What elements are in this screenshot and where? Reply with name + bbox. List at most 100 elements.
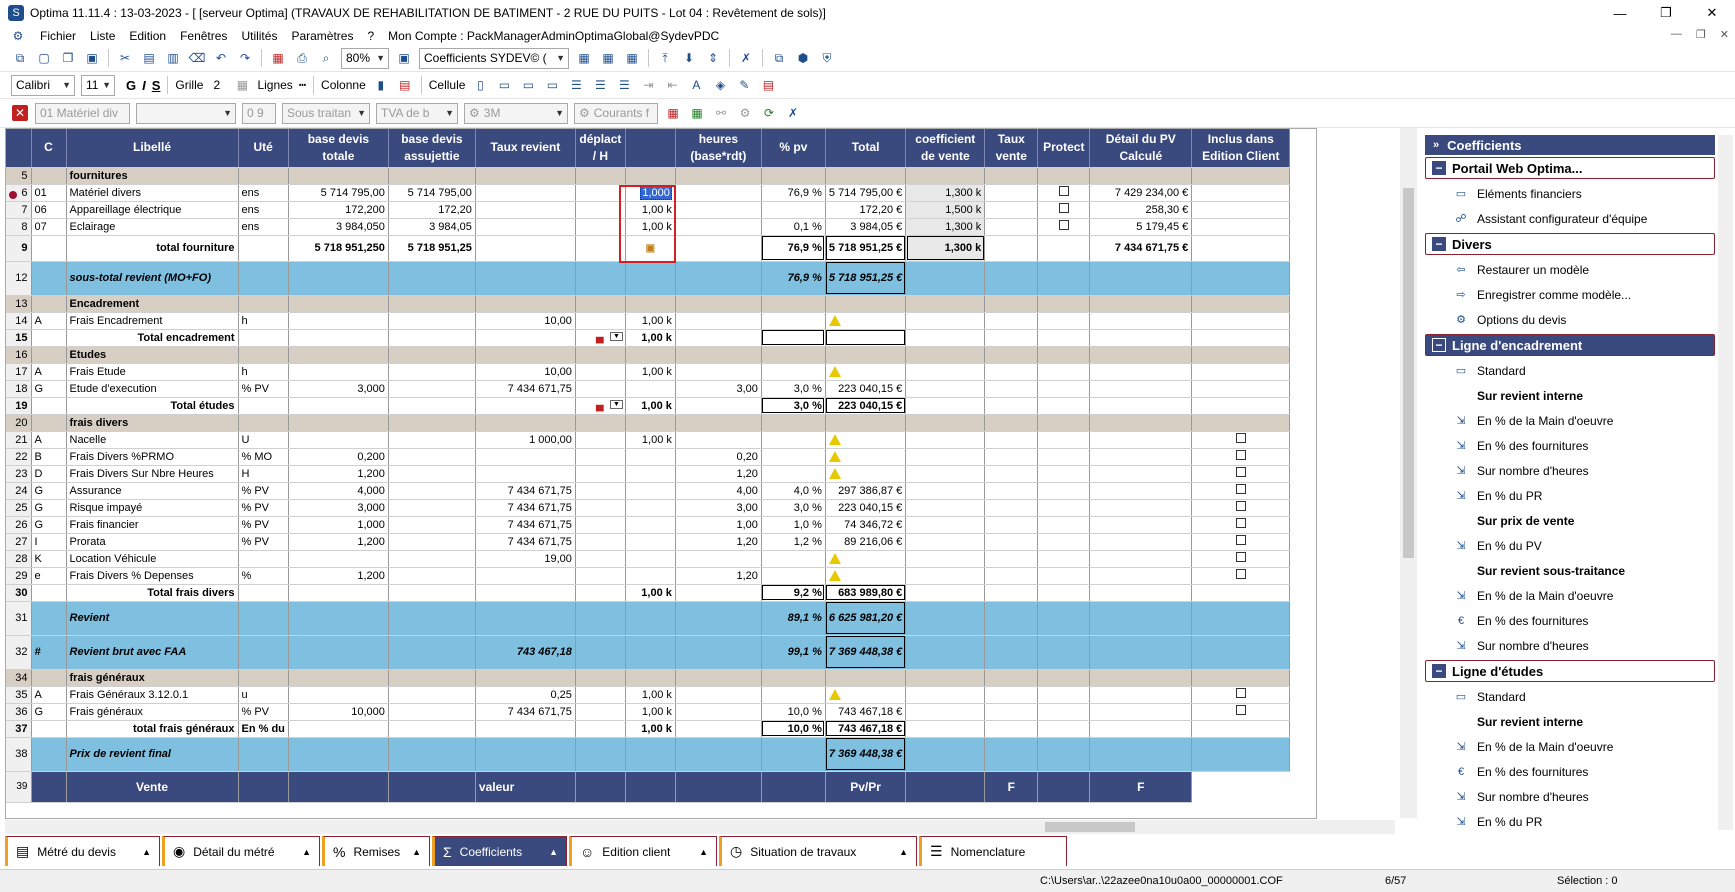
detail-pv-cell[interactable] [1089,533,1193,551]
move-down-icon[interactable]: ⬇ [681,50,697,66]
inclus-checkbox[interactable] [1235,569,1246,579]
pv-percent-cell[interactable] [761,686,826,704]
code-cell[interactable] [31,295,67,313]
supplier-select[interactable]: ⚙ 3M ▼ [464,102,568,124]
cut-icon[interactable]: ✂ [117,50,133,66]
coefficient-k-cell[interactable]: 1,00 k [625,584,676,602]
total-cell[interactable] [825,312,907,330]
base-totale-cell[interactable]: 1,000 [288,516,389,534]
colonne-style-icon[interactable]: ▮ [373,77,389,93]
panel-item[interactable]: ⚙ Options du devis [1425,307,1715,332]
grid-cell[interactable] [625,771,676,803]
taux-vente-cell[interactable] [984,184,1039,202]
code-cell[interactable] [31,737,67,772]
grid-cell[interactable] [625,167,676,185]
total-cell[interactable]: 74 346,72 € [825,516,907,534]
base-assujettie-cell[interactable] [388,499,476,517]
protect-cell[interactable] [1037,465,1091,483]
tab-menu-icon[interactable]: ▲ [302,847,311,857]
coefficient-k-cell[interactable]: 1,000 [625,184,676,202]
base-totale-cell[interactable]: 3 984,050 [288,218,389,236]
grid-cell[interactable] [675,167,762,185]
grid-cell[interactable] [825,167,907,185]
chevron-down-icon[interactable]: ▼ [609,399,623,409]
heures-cell[interactable] [675,201,762,219]
coefficient-vente-cell[interactable] [905,448,986,466]
coefficient-vente-cell[interactable]: 1,300 k [905,235,986,262]
inclus-cell[interactable] [1191,465,1291,483]
taux-vente-cell[interactable] [984,567,1039,585]
coefficient-vente-cell[interactable] [905,686,986,704]
taux-vente-cell[interactable] [984,516,1039,534]
mdi-minimize-icon[interactable]: — [1671,28,1682,41]
code-cell[interactable]: A [31,363,67,381]
inclus-cell[interactable] [1191,499,1291,517]
grid-cell[interactable] [675,295,762,313]
base-assujettie-cell[interactable] [388,397,476,415]
heures-cell[interactable]: 1,20 [675,465,762,483]
base-totale-cell[interactable] [288,363,389,381]
grid-cell[interactable] [1089,295,1193,313]
base-totale-cell[interactable] [288,635,389,670]
grid-cell[interactable] [761,414,826,432]
redo-icon[interactable]: ↷ [237,50,253,66]
tab-m-tr-du-devis[interactable]: ▤ Métré du devis ▲ [5,836,160,866]
deplact-cell[interactable] [575,686,626,704]
mdi-close-icon[interactable]: ✕ [1720,28,1729,41]
inclus-checkbox[interactable] [1235,535,1246,545]
pv-percent-cell[interactable]: 3,0 % [761,499,826,517]
pv-percent-cell[interactable] [761,550,826,568]
column-header[interactable]: Détail du PV Calculé [1089,129,1193,168]
total-cell[interactable]: 5 718 951,25 € [825,261,907,296]
protect-cell[interactable] [1037,737,1091,772]
grid-cell[interactable] [984,414,1039,432]
border-icon[interactable]: ▭ [496,77,512,93]
section-label[interactable]: frais généraux [66,669,239,687]
inclus-cell[interactable] [1191,431,1291,449]
collapse-icon[interactable]: − [1432,237,1446,251]
column-header[interactable]: heures (base*rdt) [675,129,762,168]
grid-cell[interactable] [475,669,576,687]
panel-item[interactable]: ⇲ Sur nombre d'heures [1425,458,1715,483]
detail-pv-cell[interactable]: 258,30 € [1089,201,1193,219]
cellule-style-icon[interactable]: ▯ [472,77,488,93]
menu-help[interactable]: ? [367,29,374,43]
label-cell[interactable]: Frais Etude [66,363,239,381]
grid-cell[interactable] [475,295,576,313]
protect-cell[interactable] [1037,567,1091,585]
heures-cell[interactable] [675,737,762,772]
taux-vente-cell[interactable] [984,448,1039,466]
taux-revient-cell[interactable]: 7 434 671,75 [475,499,576,517]
panel-item[interactable]: ⇲ En % des fournitures [1425,433,1715,458]
base-assujettie-cell[interactable] [388,567,476,585]
taux-vente-cell[interactable] [984,329,1039,347]
detail-pv-cell[interactable] [1089,635,1193,670]
section-label[interactable]: fournitures [66,167,239,185]
inclus-cell[interactable] [1191,363,1291,381]
unit-cell[interactable] [238,737,289,772]
menu-utilites[interactable]: Utilités [241,29,277,43]
coefficient-k-cell[interactable] [625,482,676,500]
total-cell[interactable]: 5 718 951,25 € [825,235,907,262]
detail-pv-cell[interactable] [1089,550,1193,568]
column-header[interactable]: Taux vente [984,129,1039,168]
grid-cell[interactable] [288,414,389,432]
deplact-cell[interactable] [575,261,626,296]
grid-horizontal-scrollbar[interactable] [5,820,1395,834]
column-header[interactable]: Libellé [66,129,239,168]
panel-item[interactable]: ⇲ En % de la Main d'oeuvre [1425,583,1715,608]
tab-remises[interactable]: % Remises ▲ [322,836,430,866]
border3-icon[interactable]: ▭ [544,77,560,93]
taux-vente-cell[interactable] [984,235,1039,262]
detail-pv-cell[interactable] [1089,397,1193,415]
taux-revient-cell[interactable] [475,584,576,602]
grid-cell[interactable] [984,295,1039,313]
heures-cell[interactable] [675,312,762,330]
code-cell[interactable] [31,584,67,602]
base-assujettie-cell[interactable]: 5 714 795,00 [388,184,476,202]
total-cell[interactable]: 297 386,87 € [825,482,907,500]
panel-item[interactable]: € En % des fournitures [1425,759,1715,784]
total-cell[interactable]: 5 714 795,00 € [825,184,907,202]
pv-percent-cell[interactable] [761,448,826,466]
grid-cell[interactable] [475,414,576,432]
